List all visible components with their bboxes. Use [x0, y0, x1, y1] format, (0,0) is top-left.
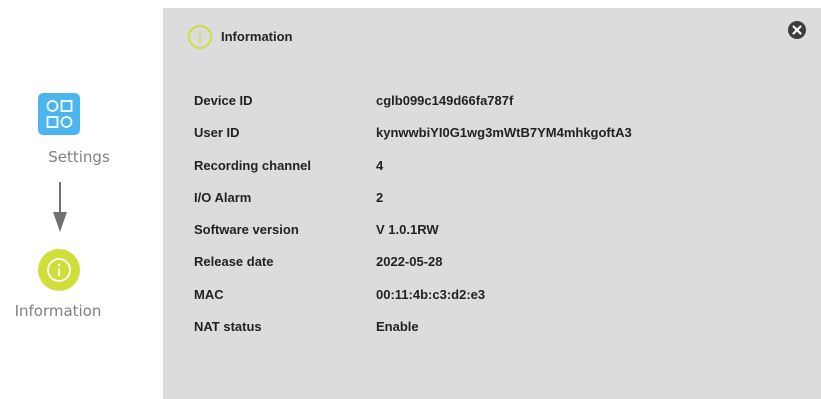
info-key: Device ID	[194, 93, 253, 108]
close-button[interactable]	[788, 21, 806, 39]
close-icon	[792, 25, 802, 35]
info-value: cglb099c149d66fa787f	[376, 93, 514, 108]
info-value: kynwwbiYI0G1wg3mWtB7YM4mhkgoftA3	[376, 125, 632, 141]
info-key: I/O Alarm	[194, 189, 252, 205]
info-icon[interactable]	[38, 249, 80, 291]
info-key: Release date	[194, 254, 274, 270]
arrow-down-icon	[53, 182, 67, 232]
panel-title: Information	[221, 29, 293, 44]
step-label-information: Information	[14, 302, 102, 320]
info-key: User ID	[194, 125, 240, 141]
info-value: 2	[376, 189, 384, 205]
step-label-settings: Settings	[48, 148, 110, 166]
info-key: MAC	[194, 286, 224, 302]
info-value: 4	[376, 157, 384, 173]
info-value: V 1.0.1RW	[376, 222, 439, 238]
settings-grid-icon[interactable]	[38, 93, 80, 135]
info-value: 00:11:4b:c3:d2:e3	[376, 286, 486, 302]
info-value: 2022-05-28	[376, 254, 443, 270]
info-key: NAT status	[194, 319, 262, 335]
info-key: Software version	[194, 222, 299, 238]
step-flow: Settings Information	[0, 0, 160, 399]
info-icon	[188, 25, 212, 49]
information-panel: Information Device ID cglb099c149d66fa78…	[163, 8, 821, 399]
info-key: Recording channel	[194, 157, 312, 173]
info-value: Enable	[376, 319, 419, 335]
